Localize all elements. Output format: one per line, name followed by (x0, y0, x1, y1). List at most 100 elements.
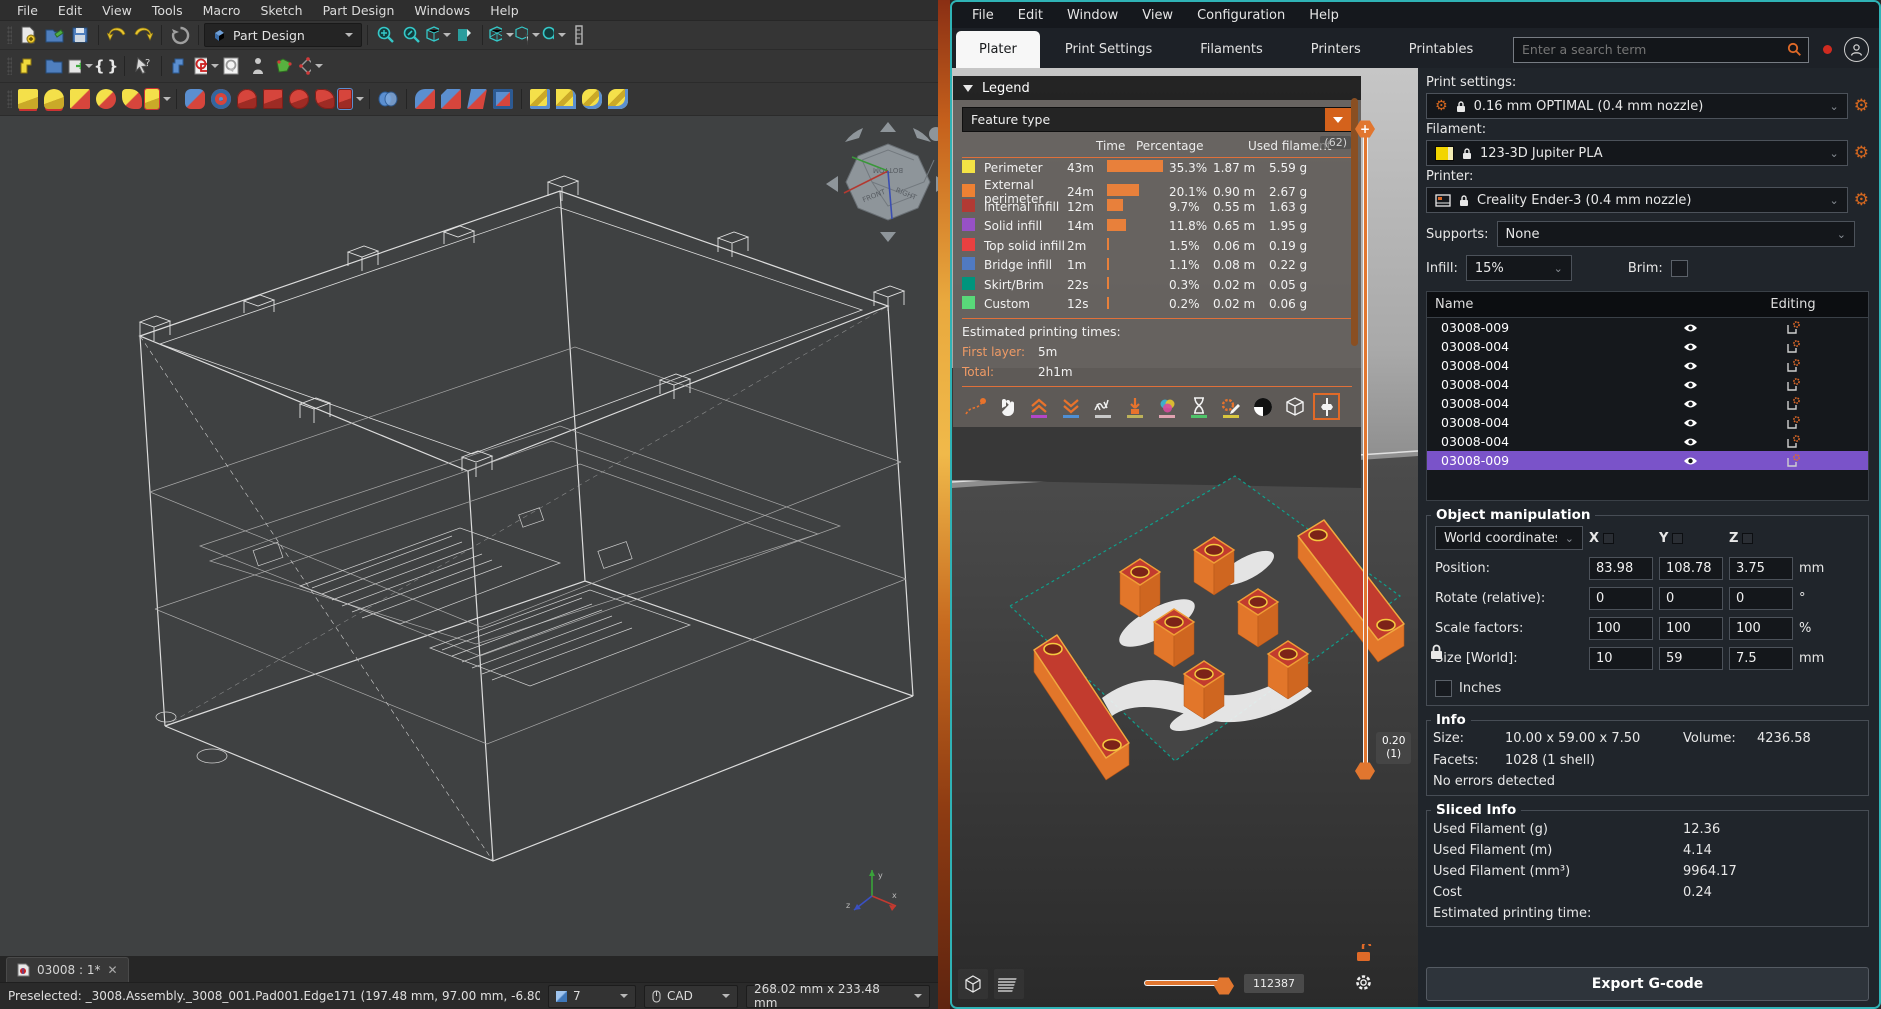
edit-object-icon[interactable] (1718, 340, 1868, 353)
fc-menu-windows[interactable]: Windows (405, 2, 479, 19)
export-icon[interactable] (67, 53, 93, 79)
fc-menu-help[interactable]: Help (481, 2, 528, 19)
slicer-3d-viewport[interactable]: Legend Feature type (62) Time Percentage (952, 68, 1418, 1007)
retractions-icon[interactable] (1026, 394, 1051, 419)
subtractive-helix-icon[interactable] (312, 86, 338, 112)
view-cursor-icon[interactable] (514, 22, 540, 48)
part-icon[interactable] (167, 53, 193, 79)
value-z-input[interactable]: 7.5 (1729, 647, 1793, 670)
shells-icon[interactable] (1282, 394, 1307, 419)
edit-object-icon[interactable] (1718, 321, 1868, 334)
search-box[interactable] (1513, 37, 1809, 63)
object-row[interactable]: 03008-004 (1427, 394, 1868, 413)
seams-icon[interactable] (1090, 394, 1115, 419)
search-input[interactable] (1520, 41, 1787, 58)
edit-sketch-icon[interactable] (219, 53, 245, 79)
linear-pattern-icon[interactable] (553, 86, 579, 112)
new-document-icon[interactable] (15, 22, 41, 48)
value-x-input[interactable]: 83.98 (1589, 557, 1653, 580)
center-of-mass-icon[interactable] (1250, 394, 1275, 419)
custom-gcodes-icon[interactable] (1218, 394, 1243, 419)
legend-scrollbar[interactable] (1351, 98, 1358, 346)
print-settings-selector[interactable]: ⚙ 0.16 mm OPTIMAL (0.4 mm nozzle) ⌄ (1426, 93, 1848, 119)
value-x-input[interactable]: 100 (1589, 617, 1653, 640)
fc-menu-file[interactable]: File (8, 2, 47, 19)
chamfer-icon[interactable] (438, 86, 464, 112)
supports-selector[interactable]: None ⌄ (1497, 221, 1855, 247)
fc-menu-view[interactable]: View (93, 2, 141, 19)
visibility-eye-icon[interactable] (1662, 399, 1718, 409)
legend-toggle-icon[interactable] (1314, 394, 1339, 419)
object-row[interactable]: 03008-004 (1427, 356, 1868, 375)
edit-object-icon[interactable] (1718, 378, 1868, 391)
clipping-plane-icon[interactable] (451, 22, 477, 48)
search-icon[interactable] (1787, 42, 1802, 57)
visibility-eye-icon[interactable] (1662, 361, 1718, 371)
additive-loft-icon[interactable] (67, 86, 93, 112)
clone-icon[interactable] (271, 53, 297, 79)
close-icon[interactable]: ✕ (107, 963, 117, 977)
printer-gear-button[interactable]: ⚙ (1854, 192, 1869, 209)
brim-checkbox[interactable] (1671, 260, 1688, 277)
dimension-selector[interactable]: 268.02 mm x 233.48 mm (746, 985, 930, 1008)
filament-gear-button[interactable]: ⚙ (1854, 145, 1869, 162)
subtractive-primitive-icon[interactable] (338, 86, 364, 112)
fc-menu-tools[interactable]: Tools (143, 2, 192, 19)
zoom-selection-icon[interactable] (399, 22, 425, 48)
visibility-eye-icon[interactable] (1662, 323, 1718, 333)
additive-primitive-icon[interactable] (145, 86, 171, 112)
thickness-icon[interactable] (490, 86, 516, 112)
tab-plater[interactable]: Plater (956, 31, 1040, 68)
edit-object-icon[interactable] (1718, 416, 1868, 429)
save-icon[interactable] (67, 22, 93, 48)
view-mode-dropdown-button[interactable] (1325, 108, 1351, 131)
coordinate-system-selector[interactable]: World coordinates ⌄ (1435, 526, 1583, 550)
value-y-input[interactable]: 0 (1659, 587, 1723, 610)
additive-pipe-icon[interactable] (93, 86, 119, 112)
object-list-header[interactable]: Name Editing (1427, 292, 1868, 318)
fc-menu-macro[interactable]: Macro (194, 2, 250, 19)
visibility-eye-icon[interactable] (1662, 456, 1718, 466)
polar-pattern-icon[interactable] (579, 86, 605, 112)
revolution-icon[interactable] (41, 86, 67, 112)
workbench-selector[interactable]: Part Design (204, 23, 362, 47)
subtractive-pipe-icon[interactable] (286, 86, 312, 112)
whats-this-icon[interactable]: ? (130, 53, 156, 79)
object-row[interactable]: 03008-004 (1427, 413, 1868, 432)
export-gcode-button[interactable]: Export G-code (1426, 967, 1869, 1001)
multitransform-icon[interactable] (605, 86, 631, 112)
visibility-eye-icon[interactable] (1662, 418, 1718, 428)
document-tab[interactable]: 03008 : 1* ✕ (6, 957, 129, 982)
collapse-arrow-icon[interactable] (963, 85, 973, 92)
subtractive-loft-icon[interactable] (260, 86, 286, 112)
freecad-3d-viewport[interactable]: BOTTOM FRONT RIGHT (0, 116, 938, 956)
toolbar-handle[interactable] (7, 57, 12, 75)
layers-view-icon[interactable] (994, 969, 1024, 999)
macro-braces-icon[interactable]: { } (93, 53, 119, 79)
deretractions-icon[interactable] (1058, 394, 1083, 419)
object-row[interactable]: 03008-004 (1427, 337, 1868, 356)
tab-print-settings[interactable]: Print Settings (1042, 31, 1175, 68)
redo-icon[interactable] (130, 22, 156, 48)
value-z-input[interactable]: 0 (1729, 587, 1793, 610)
edit-object-icon[interactable] (1718, 397, 1868, 410)
toolbar-handle[interactable] (7, 90, 12, 108)
undo-icon[interactable] (104, 22, 130, 48)
object-row[interactable]: 03008-009 (1427, 451, 1868, 470)
axonometric-view-icon[interactable] (488, 22, 514, 48)
zoom-fit-icon[interactable] (373, 22, 399, 48)
value-x-input[interactable]: 0 (1589, 587, 1653, 610)
draw-style-icon[interactable] (425, 22, 451, 48)
tab-printers[interactable]: Printers (1288, 31, 1384, 68)
datum-icon[interactable] (297, 53, 323, 79)
tool-changes-icon[interactable] (1122, 394, 1147, 419)
shapebinder-icon[interactable] (245, 53, 271, 79)
nav-style-selector[interactable]: CAD (644, 985, 738, 1008)
value-x-input[interactable]: 10 (1589, 647, 1653, 670)
sl-menu-window[interactable]: Window (1057, 6, 1128, 25)
mirrored-icon[interactable] (527, 86, 553, 112)
value-y-input[interactable]: 100 (1659, 617, 1723, 640)
zoom-tools-icon[interactable] (540, 22, 566, 48)
pad-icon[interactable] (15, 86, 41, 112)
visibility-eye-icon[interactable] (1662, 380, 1718, 390)
